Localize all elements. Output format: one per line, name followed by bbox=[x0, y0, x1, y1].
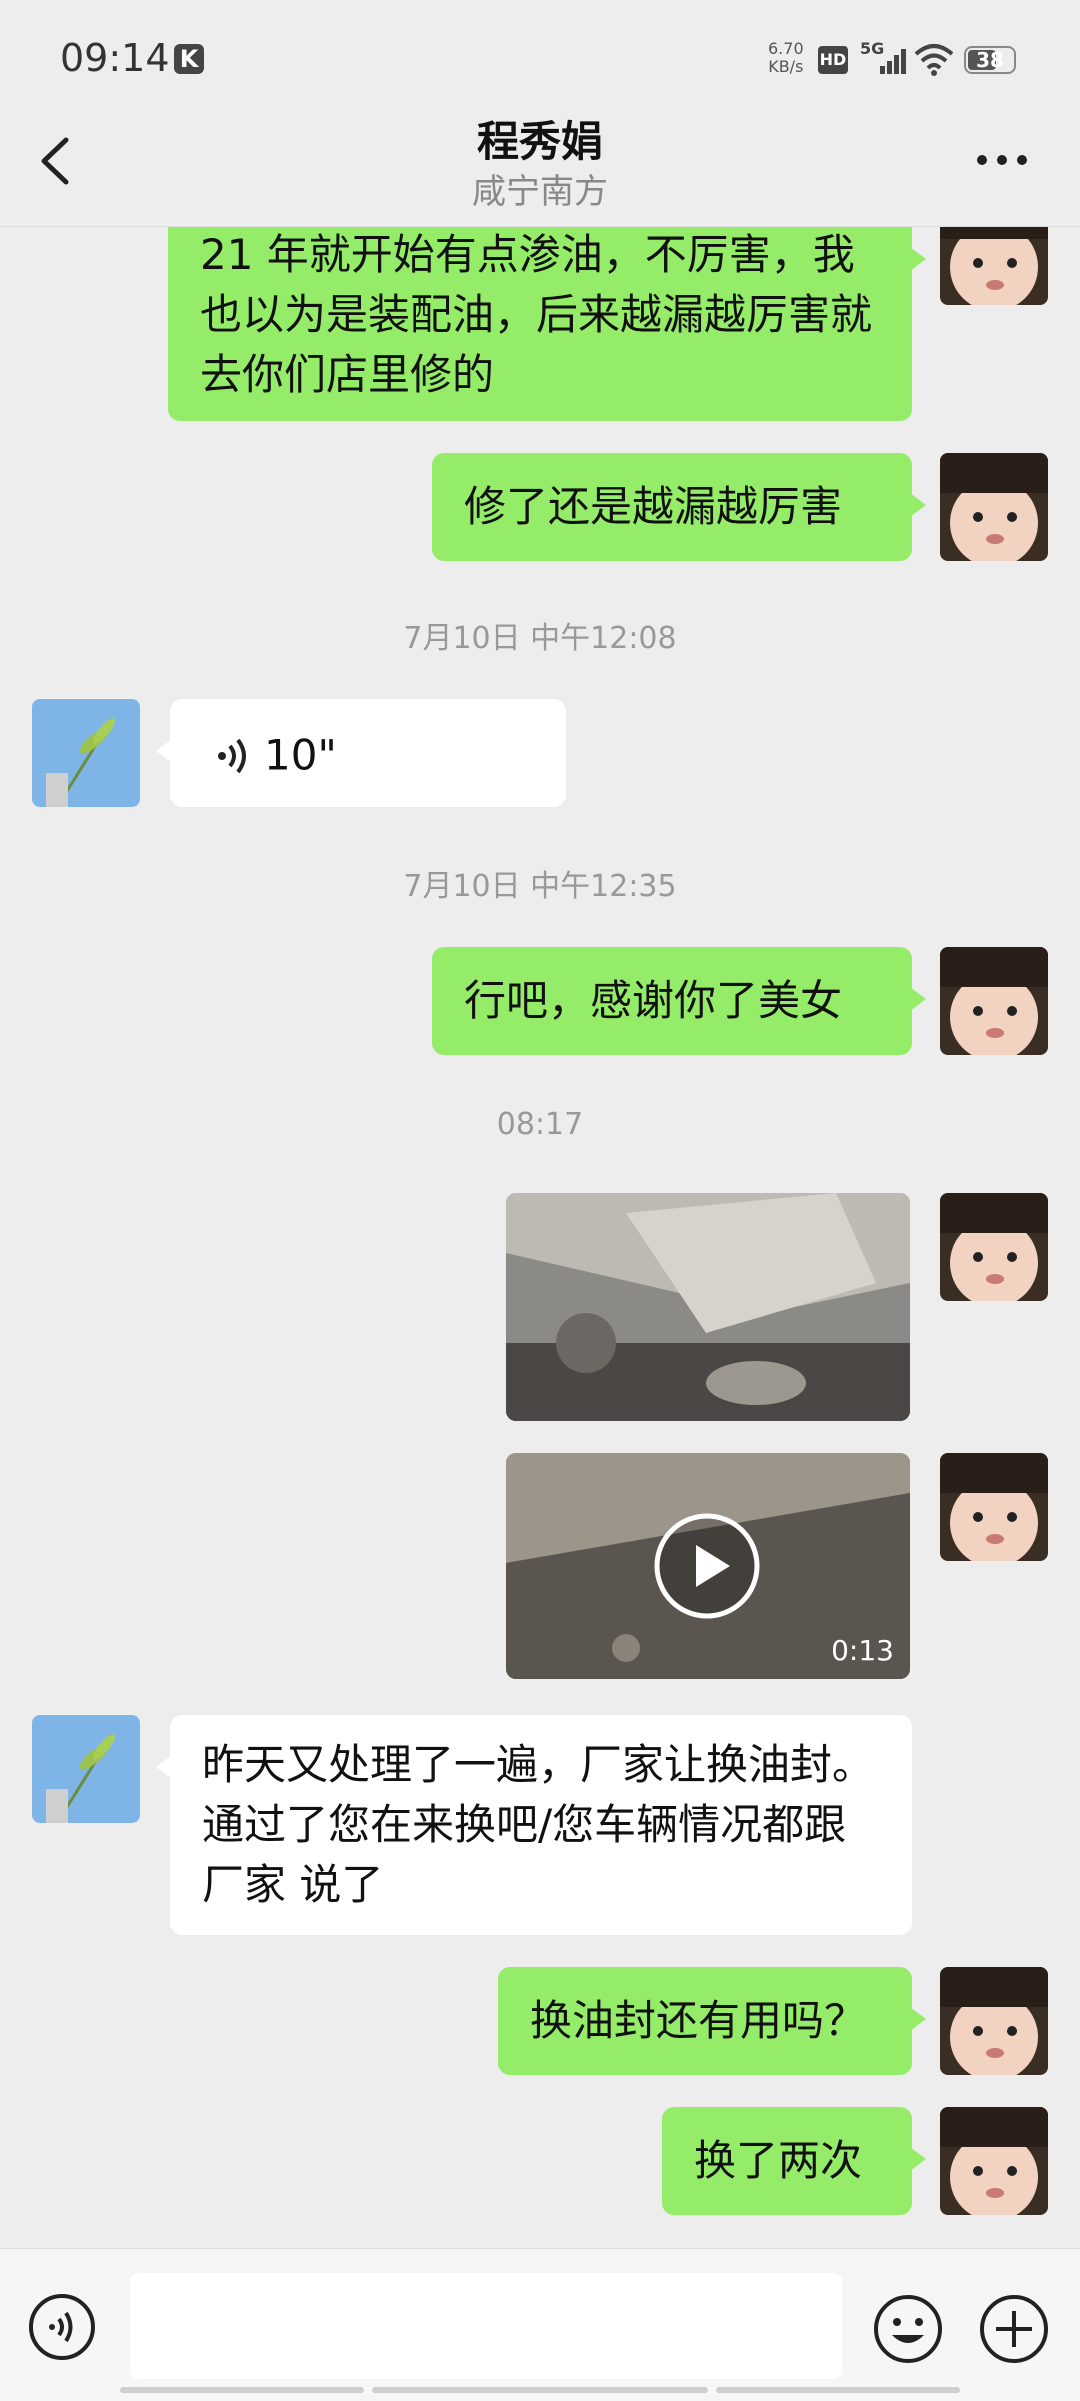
my-avatar-image bbox=[940, 1453, 1048, 1561]
my-avatar-image bbox=[940, 1193, 1048, 1301]
contact-avatar-image bbox=[32, 699, 140, 807]
video-duration: 0:13 bbox=[831, 1634, 894, 1667]
emoji-icon[interactable] bbox=[872, 2293, 944, 2365]
engine-photo bbox=[506, 1193, 910, 1421]
voice-icon bbox=[218, 738, 246, 773]
message-text: 换油封还有用吗？ bbox=[530, 1996, 867, 2045]
more-dots-icon[interactable] bbox=[972, 140, 1032, 180]
plus-icon[interactable] bbox=[978, 2293, 1050, 2365]
my-avatar[interactable] bbox=[940, 453, 1048, 561]
message-text: 修了还是越漏越厉害 bbox=[464, 482, 843, 531]
network-label: 5G bbox=[860, 40, 884, 58]
hd-icon: HD bbox=[818, 46, 848, 74]
photo-message[interactable] bbox=[506, 1193, 910, 1421]
contact-avatar-image bbox=[32, 1715, 140, 1823]
network-speed-unit: KB/s bbox=[768, 57, 804, 76]
home-indicator-left bbox=[120, 2387, 364, 2393]
message-input[interactable] bbox=[130, 2273, 842, 2379]
my-avatar[interactable] bbox=[940, 947, 1048, 1055]
my-avatar-image bbox=[940, 227, 1048, 305]
message-text: 换了两次 bbox=[694, 2136, 863, 2185]
message-text: 行吧，感谢你了美女 bbox=[464, 976, 843, 1025]
message-bubble-received[interactable]: 昨天又处理了一遍，厂家让换油封。通过了您在来换吧/您车辆情况都跟厂家 说了 bbox=[156, 1715, 912, 1935]
network-speed: 6.70 KB/s bbox=[768, 40, 804, 76]
contact-avatar[interactable] bbox=[32, 1715, 140, 1823]
message-bubble-sent[interactable]: 修了还是越漏越厉害 bbox=[432, 453, 926, 561]
my-avatar-image bbox=[940, 1967, 1048, 2075]
message-bubble-sent[interactable]: 行吧，感谢你了美女 bbox=[432, 947, 926, 1055]
timestamp: 7月10日 中午12:08 bbox=[403, 621, 677, 656]
contact-avatar[interactable] bbox=[32, 699, 140, 807]
message-bubble-sent[interactable]: 21 年就开始有点渗油，不厉害，我也以为是装配油，后来越漏越厉害就去你们店里修的 bbox=[168, 227, 926, 421]
voice-message-bubble[interactable]: 10" bbox=[156, 699, 566, 807]
my-avatar[interactable] bbox=[940, 227, 1048, 305]
voice-duration: 10" bbox=[264, 730, 337, 780]
timestamp: 7月10日 中午12:35 bbox=[403, 869, 677, 904]
my-avatar-image bbox=[940, 2107, 1048, 2215]
chat-header: 程秀娟 咸宁南方 bbox=[0, 100, 1080, 227]
status-time: 09:14 bbox=[60, 36, 170, 80]
message-input-bar bbox=[0, 2248, 1080, 2401]
chat-title: 程秀娟 bbox=[476, 117, 603, 166]
timestamp: 08:17 bbox=[496, 1107, 584, 1142]
signal-5g-icon: 5G bbox=[860, 40, 906, 74]
battery-level: 38 bbox=[976, 48, 1004, 72]
home-indicator-center bbox=[372, 2387, 708, 2393]
message-text: 21 年就开始有点渗油，不厉害，我也以为是装配油，后来越漏越厉害就去你们店里修的 bbox=[200, 230, 873, 399]
video-message[interactable]: 0:13 bbox=[506, 1453, 910, 1679]
home-indicator-right bbox=[716, 2387, 960, 2393]
play-icon[interactable] bbox=[652, 1511, 762, 1621]
message-bubble-sent[interactable]: 换油封还有用吗？ bbox=[498, 1967, 926, 2075]
voice-icon[interactable] bbox=[28, 2293, 96, 2361]
my-avatar-image bbox=[940, 947, 1048, 1055]
my-avatar[interactable] bbox=[940, 1453, 1048, 1561]
my-avatar-image bbox=[940, 453, 1048, 561]
chat-subtitle: 咸宁南方 bbox=[472, 172, 608, 212]
wifi-icon bbox=[914, 44, 954, 76]
my-avatar[interactable] bbox=[940, 1967, 1048, 2075]
battery-icon: 38 bbox=[964, 46, 1016, 74]
my-avatar[interactable] bbox=[940, 2107, 1048, 2215]
message-bubble-sent[interactable]: 换了两次 bbox=[662, 2107, 926, 2215]
network-speed-value: 6.70 bbox=[768, 39, 804, 58]
k-app-icon: K bbox=[174, 44, 204, 74]
my-avatar[interactable] bbox=[940, 1193, 1048, 1301]
message-text: 昨天又处理了一遍，厂家让换油封。通过了您在来换吧/您车辆情况都跟厂家 说了 bbox=[202, 1740, 875, 1909]
chat-messages[interactable]: 21 年就开始有点渗油，不厉害，我也以为是装配油，后来越漏越厉害就去你们店里修的… bbox=[0, 227, 1080, 2247]
